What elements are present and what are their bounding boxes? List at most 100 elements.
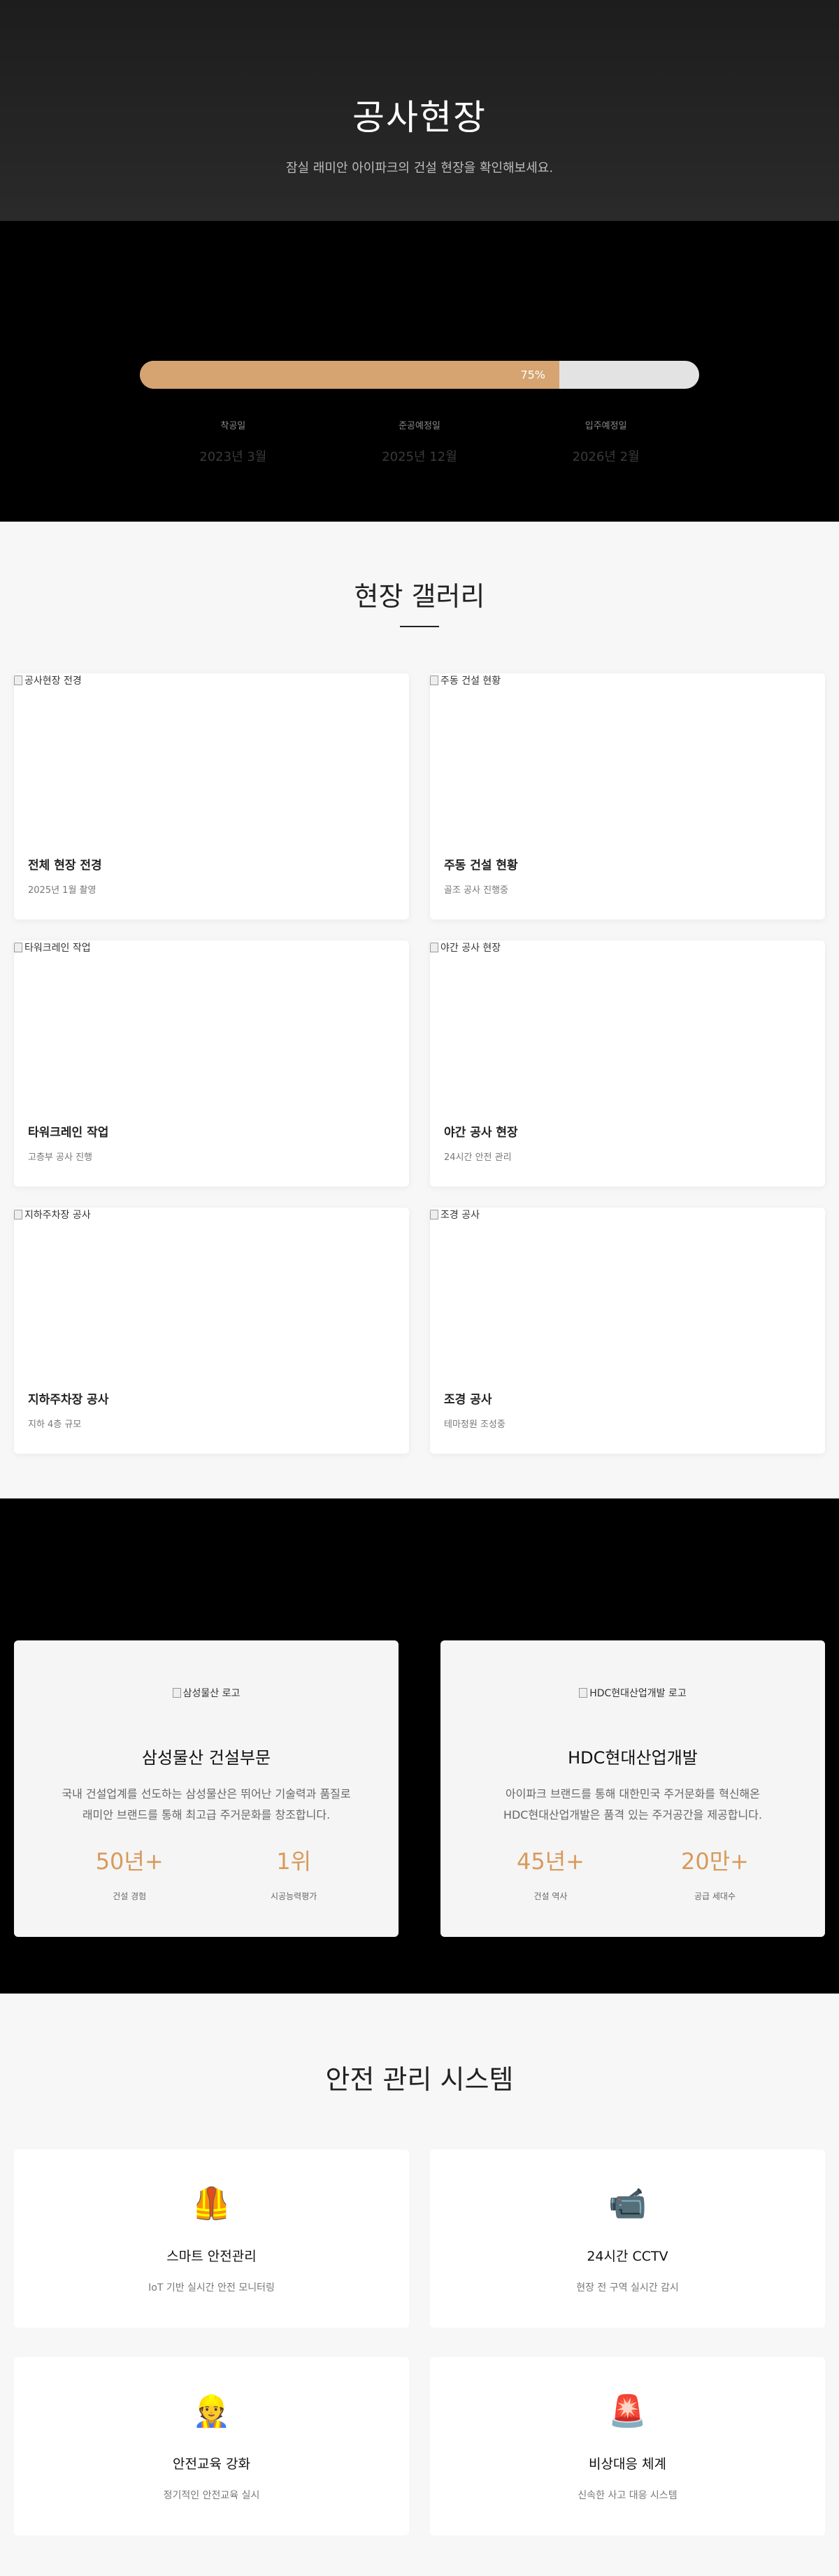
broken-image-icon <box>172 1688 181 1698</box>
image-alt-text: 지하주차장 공사 <box>24 1210 91 1221</box>
safety-card-description: IoT 기반 실시간 안전 모니터링 <box>148 2282 275 2294</box>
partner-description: 아이파크 브랜드를 통해 대한민국 주거문화를 혁신해온 HDC현대산업개발은 … <box>440 1784 825 1826</box>
gallery-card[interactable]: 야간 공사 현장 야간 공사 현장 24시간 안전 관리 <box>430 940 825 1187</box>
gallery-card[interactable]: 조경 공사 조경 공사테마정원 조성중 <box>430 1208 825 1454</box>
progress-bar-fill: 75% <box>140 361 559 389</box>
milestone-date: 2026년 2월 <box>572 450 640 464</box>
safety-card: 🚨 비상대응 체계 신속한 사고 대응 시스템 <box>430 2357 825 2535</box>
safety-card: 📹 24시간 CCTV 현장 전 구역 실시간 감시 <box>430 2149 825 2328</box>
milestone-move-in: 입주예정일 2026년 2월 <box>536 418 676 465</box>
safety-card-title: 24시간 CCTV <box>587 2249 668 2264</box>
gallery-card-title: 지하주차장 공사 <box>28 1393 109 1407</box>
video-camera-icon: 📹 <box>608 2186 647 2221</box>
broken-image-placeholder: 지하주차장 공사 <box>14 1208 91 1222</box>
broken-image-placeholder: 타워크레인 작업 <box>14 940 91 954</box>
partner-logo: 삼성물산 로고 <box>172 1685 241 1701</box>
partner-stats: 50년+ 건설 경험 1위 시공능력평가 <box>14 1844 399 1902</box>
partner-card-samsung: 삼성물산 로고 삼성물산 건설부문 국내 건설업계를 선도하는 삼성물산은 뛰어… <box>14 1640 399 1937</box>
safety-card-title: 스마트 안전관리 <box>166 2249 257 2264</box>
hero-section: 공사현장 잠실 래미안 아이파크의 건설 현장을 확인해보세요. <box>0 0 839 221</box>
page-subtitle: 잠실 래미안 아이파크의 건설 현장을 확인해보세요. <box>285 161 554 176</box>
partners-section: 삼성물산 로고 삼성물산 건설부문 국내 건설업계를 선도하는 삼성물산은 뛰어… <box>0 1498 839 1994</box>
partner-description-line: HDC현대산업개발은 품격 있는 주거공간을 제공합니다. <box>503 1808 763 1822</box>
safety-card-title: 안전교육 강화 <box>173 2456 250 2472</box>
stat-label: 공급 세대수 <box>694 1891 736 1901</box>
gallery-card-subtitle: 24시간 안전 관리 <box>444 1152 512 1163</box>
stat-label: 건설 역사 <box>533 1891 568 1901</box>
gallery-grid: 공사현장 전경 전체 현장 전경 2025년 1월 촬영 주동 건설 현황 주동 … <box>14 673 825 1454</box>
gallery-card-subtitle: 지하 4층 규모 <box>28 1419 82 1430</box>
gallery-card-title: 조경 공사 <box>444 1393 492 1407</box>
broken-image-placeholder: 야간 공사 현장 <box>430 940 501 954</box>
partner-stat: 45년+ 건설 역사 <box>517 1844 585 1902</box>
image-alt-text: 조경 공사 <box>440 1210 480 1221</box>
progress-bar: 75% <box>140 361 699 389</box>
safety-card: 🦺 스마트 안전관리 IoT 기반 실시간 안전 모니터링 <box>14 2149 409 2328</box>
broken-image-placeholder: 조경 공사 <box>430 1208 480 1222</box>
milestone-label: 착공일 <box>220 421 246 431</box>
safety-card-title: 비상대응 체계 <box>589 2456 666 2472</box>
safety-card-description: 정기적인 안전교육 실시 <box>163 2490 260 2501</box>
broken-image-icon <box>430 943 438 952</box>
partner-stats: 45년+ 건설 역사 20만+ 공급 세대수 <box>440 1844 825 1902</box>
gallery-card-subtitle: 테마정원 조성중 <box>444 1419 505 1430</box>
safety-vest-icon: 🦺 <box>192 2186 231 2221</box>
partner-logo: HDC현대산업개발 로고 <box>579 1685 687 1701</box>
partner-description: 국내 건설업계를 선도하는 삼성물산은 뛰어난 기술력과 품질로 래미안 브랜드… <box>14 1784 399 1826</box>
gallery-card[interactable]: 주동 건설 현황 주동 건설 현황골조 공사 진행중 <box>430 673 825 920</box>
partner-description-line: 아이파크 브랜드를 통해 대한민국 주거문화를 혁신해온 <box>505 1787 760 1801</box>
partner-card-hdc: HDC현대산업개발 로고 HDC현대산업개발 아이파크 브랜드를 통해 대한민국… <box>440 1640 825 1937</box>
gallery-card-subtitle: 골조 공사 진행중 <box>444 885 508 896</box>
gallery-image: 주동 건설 현황 <box>430 673 825 855</box>
image-alt-text: 야간 공사 현장 <box>440 943 501 954</box>
stat-label: 건설 경험 <box>113 1891 147 1901</box>
milestone-label: 입주예정일 <box>585 421 627 431</box>
milestone-start: 착공일 2023년 3월 <box>163 418 303 465</box>
image-alt-text: 타워크레인 작업 <box>24 943 91 954</box>
partner-stat: 20만+ 공급 세대수 <box>681 1844 749 1902</box>
safety-title: 안전 관리 시스템 <box>325 2064 514 2095</box>
broken-image-icon <box>14 675 22 685</box>
gallery-card-title: 주동 건설 현황 <box>444 859 518 873</box>
page-title: 공사현장 <box>352 97 487 138</box>
partner-description-line: 래미안 브랜드를 통해 최고급 주거문화를 창조합니다. <box>82 1808 331 1822</box>
safety-card-description: 신속한 사고 대응 시스템 <box>578 2490 677 2501</box>
broken-image-icon <box>14 943 22 952</box>
gallery-card[interactable]: 타워크레인 작업 타워크레인 작업고층부 공사 진행 <box>14 940 409 1187</box>
broken-image-placeholder: 공사현장 전경 <box>14 673 82 687</box>
broken-image-icon <box>579 1688 588 1698</box>
logo-alt-text: HDC현대산업개발 로고 <box>589 1688 687 1699</box>
gallery-title: 현장 갤러리 <box>354 581 485 612</box>
milestone-label: 준공예정일 <box>399 421 440 431</box>
image-alt-text: 주동 건설 현황 <box>440 675 501 687</box>
safety-grid: 🦺 스마트 안전관리 IoT 기반 실시간 안전 모니터링 📹 24시간 CCT… <box>14 2149 825 2535</box>
gallery-card-subtitle: 고층부 공사 진행 <box>28 1152 92 1163</box>
gallery-card[interactable]: 지하주차장 공사 지하주차장 공사지하 4층 규모 <box>14 1208 409 1454</box>
gallery-image: 공사현장 전경 <box>14 673 409 855</box>
milestone-completion: 준공예정일 2025년 12월 <box>350 418 489 465</box>
stat-number: 45년+ <box>517 1848 585 1875</box>
title-underline <box>400 626 439 627</box>
partner-grid: 삼성물산 로고 삼성물산 건설부문 국내 건설업계를 선도하는 삼성물산은 뛰어… <box>14 1640 825 1937</box>
gallery-image: 타워크레인 작업 <box>14 940 409 1122</box>
logo-alt-text: 삼성물산 로고 <box>182 1688 241 1699</box>
stat-number: 50년+ <box>95 1848 164 1875</box>
partner-name: HDC현대산업개발 <box>568 1748 698 1768</box>
gallery-card-title: 야간 공사 현장 <box>444 1126 518 1140</box>
gallery-card[interactable]: 공사현장 전경 전체 현장 전경 2025년 1월 촬영 <box>14 673 409 920</box>
gallery-card-title: 전체 현장 전경 <box>28 859 102 873</box>
progress-percent: 75% <box>520 368 545 382</box>
gallery-card-title: 타워크레인 작업 <box>28 1126 109 1140</box>
broken-image-icon <box>14 1210 22 1219</box>
safety-card: 👷 안전교육 강화 정기적인 안전교육 실시 <box>14 2357 409 2535</box>
broken-image-icon <box>430 675 438 685</box>
partner-stat: 1위 시공능력평가 <box>271 1844 317 1902</box>
gallery-image: 야간 공사 현장 <box>430 940 825 1122</box>
safety-section: 안전 관리 시스템 🦺 스마트 안전관리 IoT 기반 실시간 안전 모니터링 … <box>0 1994 839 2576</box>
milestone-date: 2025년 12월 <box>382 450 457 464</box>
image-alt-text: 공사현장 전경 <box>24 675 82 687</box>
gallery-card-subtitle: 2025년 1월 촬영 <box>28 885 96 896</box>
gallery-image: 지하주차장 공사 <box>14 1208 409 1389</box>
partner-description-line: 국내 건설업계를 선도하는 삼성물산은 뛰어난 기술력과 품질로 <box>62 1787 351 1801</box>
partner-name: 삼성물산 건설부문 <box>141 1748 271 1768</box>
